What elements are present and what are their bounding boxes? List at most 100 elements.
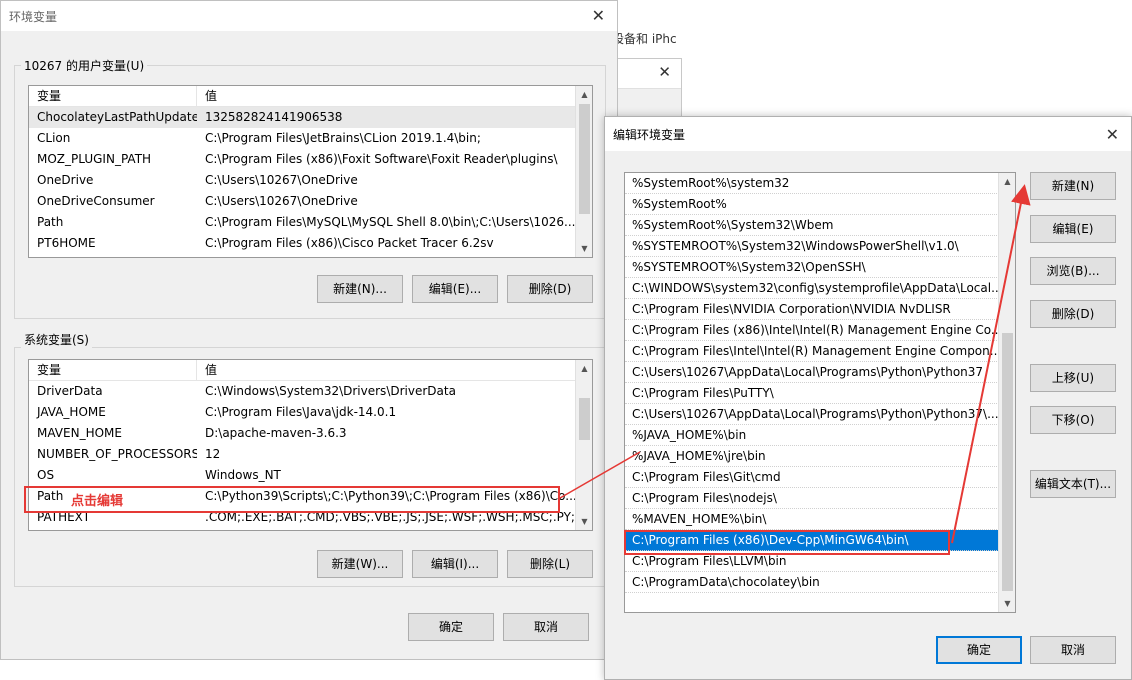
path-entry[interactable]: C:\Users\10267\AppData\Local\Programs\Py… [625,362,999,383]
click-to-edit-annotation: 点击编辑 [71,494,124,509]
scroll-up-icon[interactable]: ▲ [999,173,1015,190]
path-entry[interactable]: C:\WINDOWS\system32\config\systemprofile… [625,278,999,299]
path-entry[interactable]: C:\Program Files\nodejs\ [625,488,999,509]
table-row[interactable]: OneDriveConsumer C:\Users\10267\OneDrive [29,191,592,212]
system-new-button[interactable]: 新建(W)... [317,550,403,578]
column-header-variable[interactable]: 变量 [29,360,197,380]
var-name: CLion [37,131,71,145]
scroll-up-icon[interactable]: ▲ [576,86,592,103]
scroll-down-icon[interactable]: ▼ [576,513,592,530]
user-vars-group-label: 10267 的用户变量(U) [21,57,148,74]
scroll-down-icon[interactable]: ▼ [999,595,1015,612]
path-list-scrollbar[interactable]: ▲ ▼ [998,173,1015,612]
var-value: Windows_NT [205,468,281,482]
table-row[interactable]: OS Windows_NT [29,465,592,486]
var-name: PT6HOME [37,236,96,250]
var-value: 132582824141906538 [205,110,343,124]
cancel-button[interactable]: 取消 [1030,636,1116,664]
selected-path-highlight [624,530,950,555]
table-row[interactable]: ChocolateyLastPathUpdate 1325828241419065… [29,107,592,128]
var-name: OS [37,468,55,482]
edit-path-button[interactable]: 编辑(E) [1030,215,1116,243]
var-name: DriverData [37,384,103,398]
path-entry[interactable]: %SystemRoot%\system32 [625,173,999,194]
var-value: C:\Program Files (x86)\Foxit Software\Fo… [205,152,558,166]
system-edit-button[interactable]: 编辑(I)... [412,550,498,578]
list-header: 变量 值 [29,86,592,107]
path-entry[interactable]: %SYSTEMROOT%\System32\OpenSSH\ [625,257,999,278]
move-down-button[interactable]: 下移(O) [1030,406,1116,434]
close-icon[interactable]: ✕ [658,63,671,81]
var-value: C:\Users\10267\OneDrive [205,173,358,187]
scrollbar-thumb[interactable] [1002,333,1013,591]
var-value: C:\Users\10267\OneDrive [205,194,358,208]
table-row[interactable]: DriverData C:\Windows\System32\Drivers\Dr… [29,381,592,402]
column-header-value[interactable]: 值 [197,86,217,106]
path-entry[interactable]: C:\Program Files (x86)\Intel\Intel(R) Ma… [625,320,999,341]
user-delete-button[interactable]: 删除(D) [507,275,593,303]
delete-path-button[interactable]: 删除(D) [1030,300,1116,328]
env-vars-titlebar: 环境变量 ✕ [1,1,617,31]
browse-button[interactable]: 浏览(B)... [1030,257,1116,285]
system-delete-button[interactable]: 删除(L) [507,550,593,578]
scroll-up-icon[interactable]: ▲ [576,360,592,377]
system-vars-group-label: 系统变量(S) [21,331,92,348]
ok-button[interactable]: 确定 [936,636,1022,664]
env-vars-window: 环境变量 ✕ 10267 的用户变量(U) 变量 值 ChocolateyLas… [0,0,618,660]
close-icon[interactable]: ✕ [592,6,605,25]
close-icon[interactable]: ✕ [1106,125,1119,144]
list-header: 变量 值 [29,360,592,381]
var-name: OneDriveConsumer [37,194,155,208]
cancel-button[interactable]: 取消 [503,613,589,641]
new-path-button[interactable]: 新建(N) [1030,172,1116,200]
table-row[interactable]: OneDrive C:\Users\10267\OneDrive [29,170,592,191]
column-header-variable[interactable]: 变量 [29,86,197,106]
column-header-value[interactable]: 值 [197,360,217,380]
path-entry[interactable]: %MAVEN_HOME%\bin\ [625,509,999,530]
table-row[interactable]: Path C:\Program Files\MySQL\MySQL Shell 8… [29,212,592,233]
var-name: Path [37,215,64,229]
path-entry[interactable]: %JAVA_HOME%\jre\bin [625,446,999,467]
edit-dialog-titlebar: 编辑环境变量 ✕ [605,117,1131,151]
table-row[interactable]: MOZ_PLUGIN_PATH C:\Program Files (x86)\Fo… [29,149,592,170]
user-new-button[interactable]: 新建(N)... [317,275,403,303]
path-entry[interactable]: C:\Program Files\Git\cmd [625,467,999,488]
table-row[interactable]: JAVA_HOME C:\Program Files\Java\jdk-14.0.… [29,402,592,423]
table-row[interactable]: PT6HOME C:\Program Files (x86)\Cisco Pack… [29,233,592,254]
var-value: C:\Program Files\MySQL\MySQL Shell 8.0\b… [205,215,576,229]
user-vars-list[interactable]: 变量 值 ChocolateyLastPathUpdate 13258282414… [28,85,593,258]
var-name: MAVEN_HOME [37,426,122,440]
user-vars-scrollbar[interactable]: ▲ ▼ [575,86,592,257]
path-entry[interactable]: %JAVA_HOME%\bin [625,425,999,446]
background-window-text: 设备和 iPhc [612,32,677,46]
edit-text-button[interactable]: 编辑文本(T)... [1030,470,1116,498]
table-row[interactable]: NUMBER_OF_PROCESSORS 12 [29,444,592,465]
ok-button[interactable]: 确定 [408,613,494,641]
var-value: C:\Program Files (x86)\Cisco Packet Trac… [205,236,494,250]
path-entry[interactable]: C:\Program Files\Intel\Intel(R) Manageme… [625,341,999,362]
var-value: 12 [205,447,221,461]
scrollbar-thumb[interactable] [579,104,590,214]
path-entry[interactable]: C:\Program Files\NVIDIA Corporation\NVID… [625,299,999,320]
scrollbar-thumb[interactable] [579,398,590,440]
var-name: JAVA_HOME [37,405,106,419]
var-name: NUMBER_OF_PROCESSORS [37,447,197,461]
var-value: C:\Windows\System32\Drivers\DriverData [205,384,456,398]
var-name: OneDrive [37,173,94,187]
scroll-down-icon[interactable]: ▼ [576,240,592,257]
dialog-title: 编辑环境变量 [613,127,686,142]
path-entry[interactable]: C:\Users\10267\AppData\Local\Programs\Py… [625,404,999,425]
path-entry[interactable]: %SystemRoot% [625,194,999,215]
path-entry[interactable]: %SYSTEMROOT%\System32\WindowsPowerShell\… [625,236,999,257]
table-row[interactable]: MAVEN_HOME D:\apache-maven-3.6.3 [29,423,592,444]
path-entry[interactable]: C:\Program Files\PuTTY\ [625,383,999,404]
path-entry[interactable]: %SystemRoot%\System32\Wbem [625,215,999,236]
system-vars-scrollbar[interactable]: ▲ ▼ [575,360,592,530]
move-up-button[interactable]: 上移(U) [1030,364,1116,392]
var-value: D:\apache-maven-3.6.3 [205,426,347,440]
var-name: ChocolateyLastPathUpdate [37,110,197,124]
path-entry[interactable]: C:\ProgramData\chocolatey\bin [625,572,999,593]
user-edit-button[interactable]: 编辑(E)... [412,275,498,303]
table-row[interactable]: CLion C:\Program Files\JetBrains\CLion 20… [29,128,592,149]
edit-env-var-dialog: 编辑环境变量 ✕ %SystemRoot%\system32 %SystemRoo… [604,116,1132,680]
